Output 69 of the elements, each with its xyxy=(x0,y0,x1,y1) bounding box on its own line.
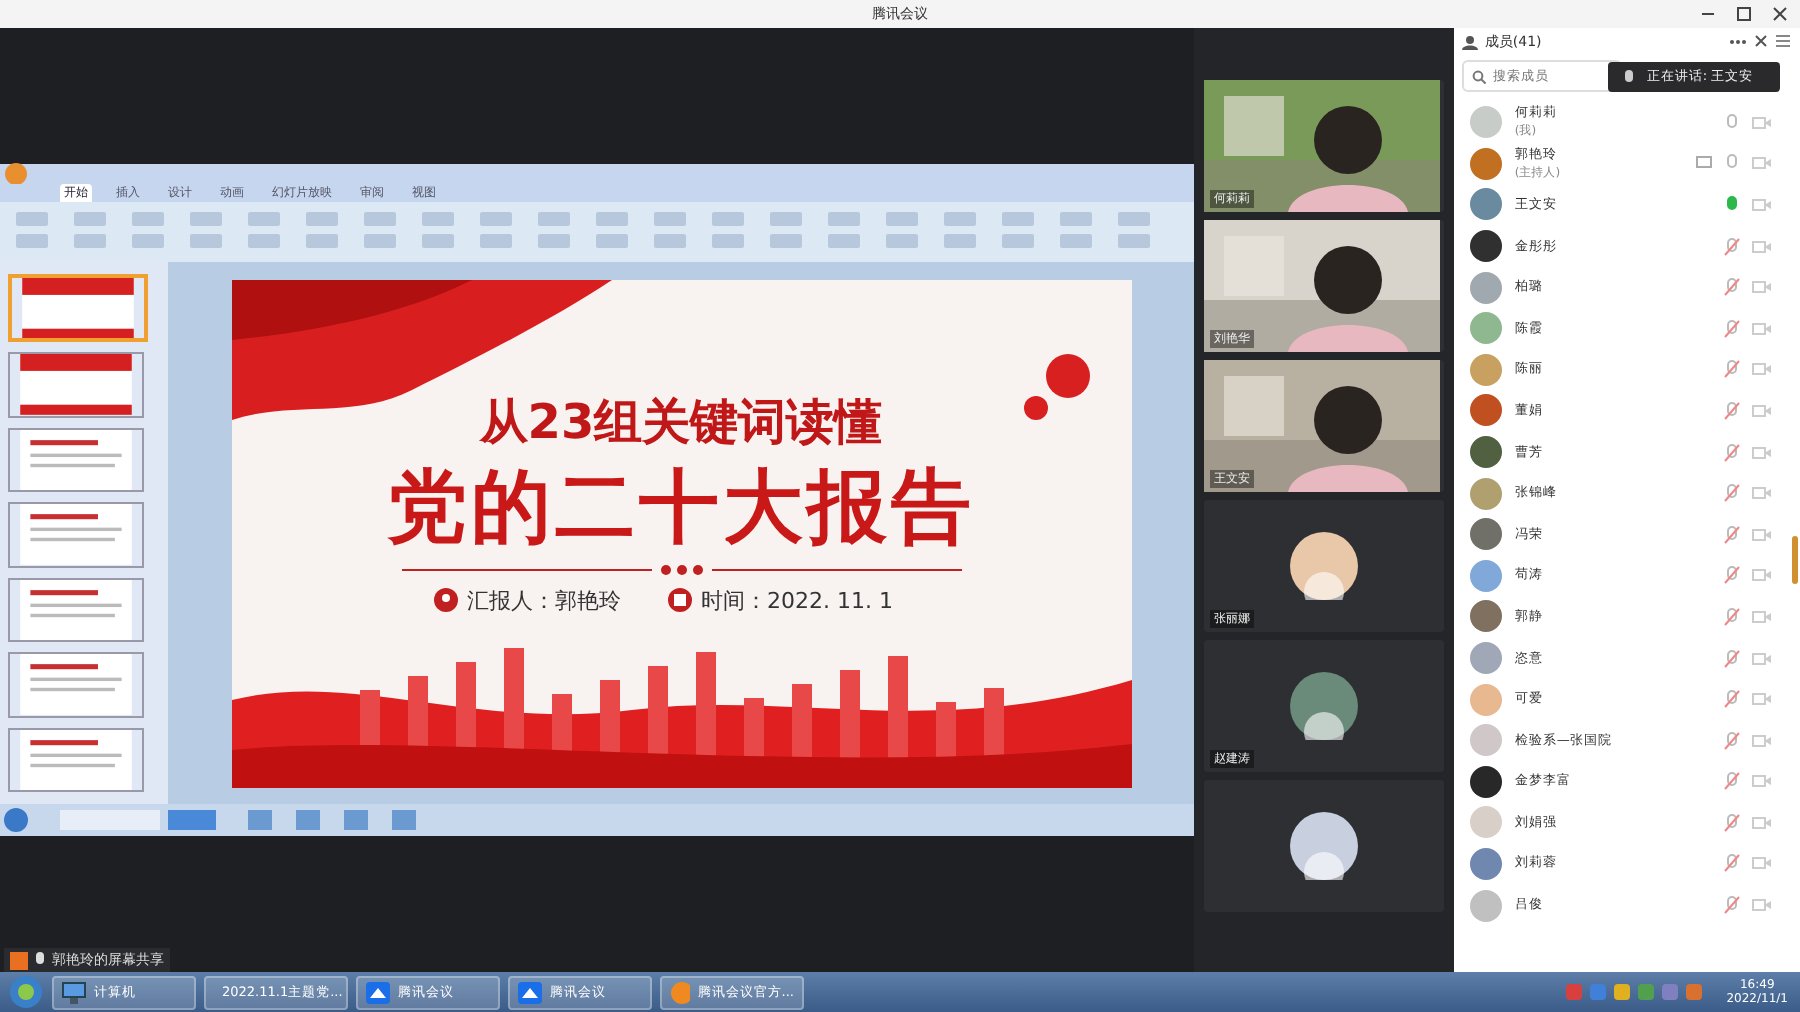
microphone-icon[interactable] xyxy=(1724,195,1740,214)
camera-icon[interactable] xyxy=(1752,651,1772,666)
people-icon xyxy=(1462,33,1479,49)
camera-icon[interactable] xyxy=(1752,692,1772,707)
date-text: 时间：2022. 11. 1 xyxy=(701,585,893,615)
microphone-icon[interactable] xyxy=(1724,813,1740,832)
camera-icon[interactable] xyxy=(1752,362,1772,377)
microphone-icon xyxy=(34,951,46,969)
camera-icon[interactable] xyxy=(1752,486,1772,501)
microphone-icon[interactable] xyxy=(1724,237,1740,256)
office-logo-icon xyxy=(4,162,28,186)
camera-icon[interactable] xyxy=(1752,815,1772,830)
camera-icon[interactable] xyxy=(1752,609,1772,624)
camera-icon[interactable] xyxy=(1752,239,1772,254)
slide-thumbnail[interactable] xyxy=(8,352,144,418)
slide-thumbnail[interactable] xyxy=(8,577,144,643)
more-icon[interactable] xyxy=(1728,37,1748,45)
microphone-icon[interactable] xyxy=(1724,319,1740,338)
close-icon[interactable] xyxy=(1772,6,1788,22)
camera-icon[interactable] xyxy=(1752,156,1772,171)
close-icon[interactable] xyxy=(1754,34,1768,48)
start-button[interactable] xyxy=(8,974,44,1010)
camera-icon[interactable] xyxy=(1752,115,1772,130)
scrollbar-thumb[interactable] xyxy=(1792,536,1798,584)
menu-icon[interactable] xyxy=(1774,32,1792,50)
maximize-icon[interactable] xyxy=(1736,6,1752,22)
microphone-icon[interactable] xyxy=(1724,525,1740,544)
microphone-icon[interactable] xyxy=(1724,484,1740,503)
microphone-icon[interactable] xyxy=(1724,772,1740,791)
camera-icon[interactable] xyxy=(1752,774,1772,789)
computer-icon xyxy=(62,981,86,1003)
slide-thumbnail[interactable] xyxy=(8,502,144,568)
camera-icon[interactable] xyxy=(1752,321,1772,336)
slide-thumbnail[interactable] xyxy=(8,652,144,718)
microphone-icon[interactable] xyxy=(1724,731,1740,750)
microphone-icon[interactable] xyxy=(1724,278,1740,297)
camera-icon[interactable] xyxy=(1752,898,1772,913)
reporter-text: 汇报人：郭艳玲 xyxy=(467,585,621,615)
camera-icon[interactable] xyxy=(1752,856,1772,871)
camera-icon[interactable] xyxy=(1752,403,1772,418)
microphone-icon[interactable] xyxy=(1724,607,1740,626)
slide-thumbnail[interactable] xyxy=(8,427,144,493)
camera-icon[interactable] xyxy=(1752,280,1772,295)
meeting-icon xyxy=(366,981,390,1003)
slide-title: 党的二十大报告 xyxy=(387,461,975,553)
microphone-icon[interactable] xyxy=(1724,443,1740,462)
stars-divider-icon xyxy=(401,561,961,577)
microphone-icon xyxy=(1624,69,1635,85)
microphone-icon[interactable] xyxy=(1724,113,1740,132)
microphone-icon[interactable] xyxy=(1724,854,1740,873)
meeting-icon xyxy=(518,981,542,1003)
microphone-icon[interactable] xyxy=(1724,690,1740,709)
microphone-icon[interactable] xyxy=(1724,649,1740,668)
microphone-icon[interactable] xyxy=(1724,896,1740,915)
browser-icon xyxy=(670,981,690,1003)
slide-subtitle: 从23组关键词读懂 xyxy=(479,391,883,453)
search-icon xyxy=(1472,69,1487,83)
camera-icon[interactable] xyxy=(1752,568,1772,583)
microphone-icon[interactable] xyxy=(1724,401,1740,420)
microphone-icon[interactable] xyxy=(1724,154,1740,173)
camera-icon[interactable] xyxy=(1752,733,1772,748)
camera-icon[interactable] xyxy=(1752,197,1772,212)
camera-icon[interactable] xyxy=(1752,527,1772,542)
calendar-icon xyxy=(667,588,691,612)
slide-thumbnail[interactable] xyxy=(8,727,144,792)
camera-icon[interactable] xyxy=(1752,445,1772,460)
microphone-icon[interactable] xyxy=(1724,360,1740,379)
slide-thumbnail[interactable] xyxy=(8,274,148,343)
microphone-icon[interactable] xyxy=(1724,566,1740,585)
